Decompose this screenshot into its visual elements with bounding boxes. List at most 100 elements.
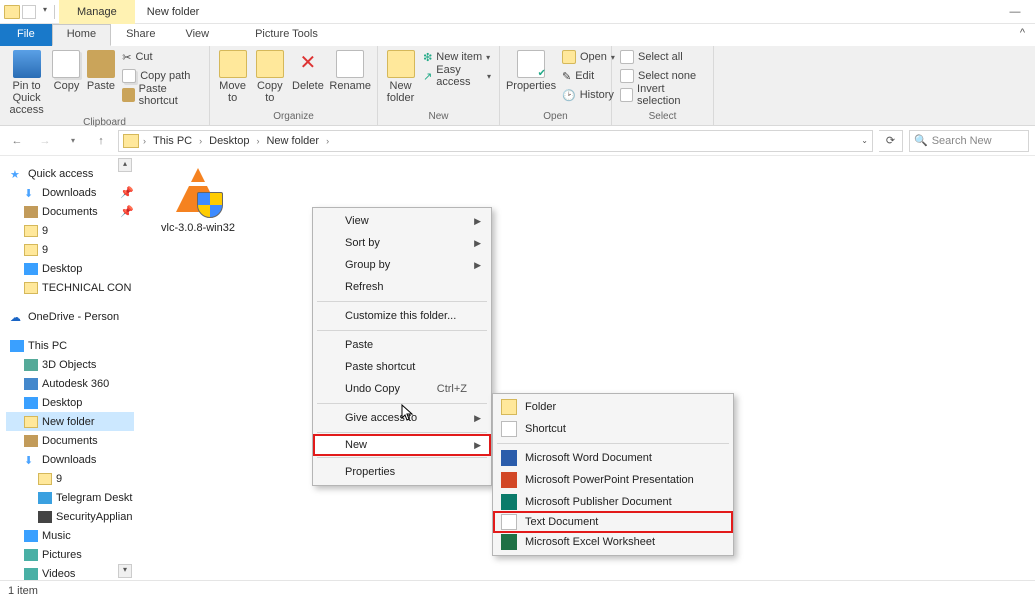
sub-text-document[interactable]: Text Document — [493, 511, 733, 533]
tab-view[interactable]: View — [170, 24, 224, 46]
nav-desktop[interactable]: Desktop — [10, 259, 134, 278]
nav-pictures[interactable]: Pictures — [10, 545, 134, 564]
qat-item[interactable] — [22, 5, 36, 19]
up-button[interactable]: ↑ — [90, 130, 112, 152]
nav-this-pc[interactable]: This PC — [10, 336, 134, 355]
select-all-button[interactable]: Select all — [618, 48, 707, 66]
sub-shortcut[interactable]: Shortcut — [495, 418, 731, 440]
history-button[interactable]: 🕑History — [560, 86, 617, 104]
tab-picture-tools[interactable]: Picture Tools — [240, 24, 333, 46]
item-count: 1 item — [8, 585, 38, 597]
move-to-button[interactable]: Move to — [216, 48, 249, 104]
nav-autodesk[interactable]: Autodesk 360 — [10, 374, 134, 393]
new-folder-button[interactable]: New folder — [384, 48, 417, 104]
nav-technical[interactable]: TECHNICAL CON — [10, 278, 134, 297]
label: Microsoft Word Document — [525, 452, 652, 464]
tab-home[interactable]: Home — [52, 24, 111, 46]
rename-button[interactable]: Rename — [329, 48, 371, 92]
crumb-desktop[interactable]: Desktop — [206, 135, 252, 147]
telegram-icon — [38, 492, 52, 504]
ctx-sort-by[interactable]: Sort by▶ — [315, 232, 489, 254]
chevron-right-icon[interactable]: › — [197, 136, 204, 146]
back-button[interactable]: ← — [6, 130, 28, 152]
copy-to-button[interactable]: Copy to — [253, 48, 286, 104]
label: Copy path — [140, 70, 190, 82]
paste-button[interactable]: Paste — [86, 48, 116, 92]
sub-folder[interactable]: Folder — [495, 396, 731, 418]
forward-button[interactable]: → — [34, 130, 56, 152]
crumb-new-folder[interactable]: New folder — [263, 135, 322, 147]
copy-button[interactable]: Copy — [51, 48, 81, 92]
chevron-right-icon[interactable]: › — [324, 136, 331, 146]
sub-excel[interactable]: Microsoft Excel Worksheet — [495, 531, 731, 553]
ctx-view[interactable]: View▶ — [315, 210, 489, 232]
ctx-paste-shortcut[interactable]: Paste shortcut — [315, 356, 489, 378]
star-icon: ★ — [10, 168, 24, 180]
label: Folder — [525, 401, 556, 413]
nav-telegram[interactable]: Telegram Deskt — [10, 488, 134, 507]
edit-button[interactable]: ✎Edit — [560, 67, 617, 85]
nav-9-b[interactable]: 9 — [10, 240, 134, 259]
tab-share[interactable]: Share — [111, 24, 170, 46]
ribbon-tabs: File Home Share View Picture Tools ^ — [0, 24, 1035, 46]
chevron-right-icon[interactable]: › — [254, 136, 261, 146]
folder-icon — [24, 282, 38, 294]
nav-videos[interactable]: Videos — [10, 564, 134, 580]
nav-9-c[interactable]: 9 — [10, 469, 134, 488]
cut-button[interactable]: ✂Cut — [120, 48, 203, 66]
ctx-new[interactable]: New▶ — [313, 434, 491, 456]
scroll-down-button[interactable]: ▾ — [118, 564, 132, 578]
nav-downloads[interactable]: ⬇Downloads📌 — [10, 183, 134, 202]
qat-dropdown-icon[interactable]: ▾ — [38, 5, 52, 19]
minimize-button[interactable]: — — [995, 6, 1035, 18]
file-item-vlc[interactable]: vlc-3.0.8-win32 — [158, 164, 238, 234]
nav-documents-pc[interactable]: Documents — [10, 431, 134, 450]
ctx-paste[interactable]: Paste — [315, 334, 489, 356]
sub-powerpoint[interactable]: Microsoft PowerPoint Presentation — [495, 469, 731, 491]
recent-locations-button[interactable]: ▾ — [62, 130, 84, 152]
nav-documents[interactable]: Documents📌 — [10, 202, 134, 221]
sub-word[interactable]: Microsoft Word Document — [495, 447, 731, 469]
collapse-ribbon-icon[interactable]: ^ — [1010, 24, 1035, 46]
ctx-undo[interactable]: Undo CopyCtrl+Z — [315, 378, 489, 400]
tab-file[interactable]: File — [0, 24, 52, 46]
new-item-icon: ❇ — [423, 51, 432, 64]
scroll-up-button[interactable]: ▴ — [118, 158, 132, 172]
ctx-customize[interactable]: Customize this folder... — [315, 305, 489, 327]
label: Select all — [638, 51, 683, 63]
documents-icon — [24, 435, 38, 447]
nav-9-a[interactable]: 9 — [10, 221, 134, 240]
label: Pin to Quick access — [6, 80, 47, 116]
nav-new-folder[interactable]: New folder — [6, 412, 134, 431]
ctx-group-by[interactable]: Group by▶ — [315, 254, 489, 276]
open-button[interactable]: Open▾ — [560, 48, 617, 66]
refresh-button[interactable]: ⟳ — [879, 130, 903, 152]
label: Edit — [575, 70, 594, 82]
nav-desktop-pc[interactable]: Desktop — [10, 393, 134, 412]
nav-quick-access[interactable]: ★Quick access — [10, 164, 134, 183]
properties-button[interactable]: ✔Properties — [506, 48, 556, 92]
ctx-give-access[interactable]: Give access to▶ — [315, 407, 489, 429]
label: Rename — [329, 80, 371, 92]
search-box[interactable]: 🔍 Search New — [909, 130, 1029, 152]
breadcrumb[interactable]: › This PC › Desktop › New folder › ⌄ — [118, 130, 873, 152]
chevron-right-icon[interactable]: › — [141, 136, 148, 146]
download-icon: ⬇ — [24, 187, 38, 199]
nav-onedrive[interactable]: ☁OneDrive - Person — [10, 307, 134, 326]
sub-publisher[interactable]: Microsoft Publisher Document — [495, 491, 731, 513]
paste-shortcut-button[interactable]: Paste shortcut — [120, 86, 203, 104]
nav-music[interactable]: Music — [10, 526, 134, 545]
crumb-this-pc[interactable]: This PC — [150, 135, 195, 147]
ctx-refresh[interactable]: Refresh — [315, 276, 489, 298]
contextual-tab-manage[interactable]: Manage — [59, 0, 135, 24]
delete-button[interactable]: ✕Delete — [290, 48, 325, 92]
nav-3d-objects[interactable]: 3D Objects — [10, 355, 134, 374]
pin-to-quick-access-button[interactable]: Pin to Quick access — [6, 48, 47, 116]
file-list-area[interactable]: vlc-3.0.8-win32 View▶ Sort by▶ Group by▶… — [134, 156, 1035, 580]
nav-security[interactable]: SecurityApplian — [10, 507, 134, 526]
dropdown-icon[interactable]: ⌄ — [861, 136, 868, 145]
easy-access-button[interactable]: ↗Easy access▾ — [421, 67, 493, 85]
ctx-properties[interactable]: Properties — [315, 461, 489, 483]
nav-downloads-pc[interactable]: ⬇Downloads — [10, 450, 134, 469]
invert-selection-button[interactable]: Invert selection — [618, 86, 707, 104]
